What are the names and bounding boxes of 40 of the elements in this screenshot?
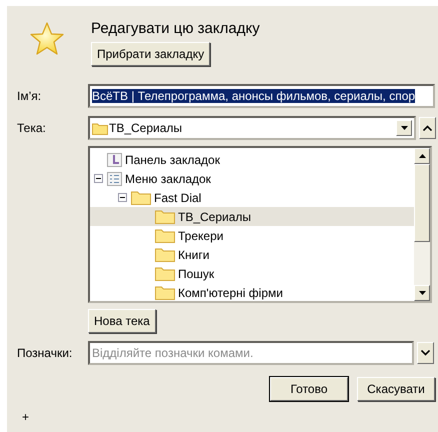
tree-item[interactable]: Пошук [90, 264, 414, 283]
tree-item[interactable]: Панель закладок [90, 150, 414, 169]
tags-dropdown-button[interactable] [417, 342, 434, 364]
tree-item[interactable]: Fast Dial [90, 188, 414, 207]
folder-icon [155, 228, 175, 243]
collapse-icon[interactable] [94, 174, 103, 183]
name-field[interactable]: ВсёТВ | Телепрограмма, анонсы фильмов, сериалы, спор [88, 84, 435, 108]
scroll-down-icon [418, 291, 426, 295]
menu-icon [107, 172, 122, 186]
folder-icon [155, 285, 175, 300]
collapse-icon[interactable] [118, 193, 127, 202]
folder-icon [92, 122, 108, 134]
dropdown-arrow-icon [400, 126, 408, 130]
folder-icon [155, 266, 175, 281]
chevron-up-icon [423, 125, 432, 131]
cancel-button[interactable]: Скасувати [357, 377, 435, 401]
tree-item[interactable]: Книги [90, 245, 414, 264]
folder-icon [155, 247, 175, 262]
dialog-title: Редагувати цю закладку [91, 20, 260, 37]
collapse-button[interactable] [419, 117, 436, 139]
scroll-up-icon [418, 154, 426, 158]
tree-item[interactable]: Трекери [90, 226, 414, 245]
toolbar-icon [107, 152, 122, 166]
folder-icon [155, 209, 175, 224]
done-button[interactable]: Готово [270, 377, 348, 401]
tree-item[interactable]: Меню закладок [90, 169, 414, 188]
add-icon[interactable]: + [22, 411, 32, 424]
folder-dropdown[interactable]: ТВ_Сериалы [88, 116, 416, 140]
folder-icon [131, 190, 151, 205]
tree-item[interactable]: ТВ_Сериалы [90, 207, 414, 226]
new-folder-button[interactable]: Нова тека [88, 309, 156, 333]
tags-label: Позначки: [17, 346, 74, 360]
remove-bookmark-button[interactable]: Прибрати закладку [91, 42, 210, 66]
scrollbar[interactable] [414, 148, 430, 301]
chevron-down-icon [421, 350, 430, 356]
tree-item[interactable]: Комп'ютерні фірми [90, 283, 414, 302]
tags-field[interactable]: Відділяйте позначки комами. [88, 341, 414, 365]
folder-label: Тека: [17, 121, 47, 135]
star-icon [30, 22, 64, 56]
name-label: Ім’я: [17, 89, 42, 103]
